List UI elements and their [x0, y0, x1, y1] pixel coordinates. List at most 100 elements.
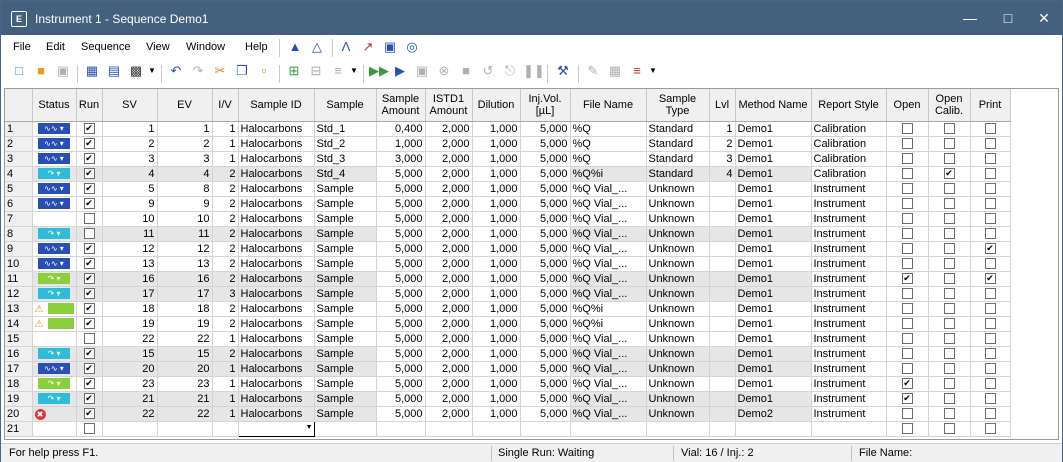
print-checkbox[interactable]: [984, 378, 996, 390]
column-header-sv[interactable]: SV: [102, 89, 158, 122]
row-number[interactable]: 12: [5, 286, 33, 302]
inj-vol-cell[interactable]: 5,000: [520, 121, 571, 137]
dilution-cell[interactable]: 1,000: [472, 361, 521, 377]
sample-amount-cell[interactable]: 5,000: [376, 331, 426, 347]
open-checkbox[interactable]: [901, 198, 913, 210]
open-cell[interactable]: [886, 301, 929, 317]
istd-amount-cell[interactable]: 2,000: [425, 121, 473, 137]
sv-cell[interactable]: 3: [102, 151, 158, 167]
inj-vol-cell[interactable]: 5,000: [520, 391, 571, 407]
inj-vol-cell[interactable]: 5,000: [520, 181, 571, 197]
open-calib-cell[interactable]: ✔: [928, 166, 971, 182]
iv-cell[interactable]: 1: [212, 361, 239, 377]
print-cell[interactable]: [970, 196, 1011, 212]
print-cell[interactable]: [970, 211, 1011, 227]
table-row[interactable]: 17 ∿∿ ▾ ✔ 20 20 1 Halocarbons Sample 5,000 2,000 1…: [5, 361, 1011, 377]
sv-cell[interactable]: 22: [102, 406, 158, 422]
method-name-cell[interactable]: Demo1: [735, 256, 812, 272]
sample-amount-cell[interactable]: 5,000: [376, 271, 426, 287]
sample-id-cell[interactable]: Halocarbons: [238, 391, 315, 407]
open-calib-cell[interactable]: [928, 286, 971, 302]
sequence-grid[interactable]: Status Run SV EV I/V Sample ID Sample Sample Am…: [4, 88, 1059, 440]
status-cell[interactable]: [32, 211, 77, 227]
cut-icon[interactable]: ✂: [211, 62, 229, 80]
print-preview-icon[interactable]: ▤: [105, 62, 123, 80]
inj-vol-cell[interactable]: 5,000: [520, 406, 571, 422]
open-calib-cell[interactable]: [928, 196, 971, 212]
istd-amount-cell[interactable]: 2,000: [425, 316, 473, 332]
minimize-button[interactable]: —: [951, 1, 989, 35]
sample-amount-cell[interactable]: 5,000: [376, 406, 426, 422]
column-header-report-style[interactable]: Report Style: [811, 89, 887, 122]
file-name-cell[interactable]: %Q Vial_...: [570, 256, 647, 272]
file-name-cell[interactable]: %Q Vial_...: [570, 181, 647, 197]
dilution-cell[interactable]: 1,000: [472, 286, 521, 302]
run-checkbox[interactable]: ✔: [83, 138, 95, 150]
table-row[interactable]: 14 ⚠ ✔ 19 19 2 Halocarbons Sample 5,000 2,000 1,00…: [5, 316, 1011, 332]
open-checkbox[interactable]: [901, 138, 913, 150]
sv-cell[interactable]: 21: [102, 391, 158, 407]
dilution-cell[interactable]: 1,000: [472, 271, 521, 287]
report-style-cell[interactable]: Instrument: [811, 331, 887, 347]
run-cell[interactable]: ✔: [76, 241, 103, 257]
level-cell[interactable]: 3: [709, 151, 736, 167]
status-blue-icon[interactable]: ∿∿ ▾: [38, 153, 70, 165]
method-name-cell[interactable]: Demo1: [735, 211, 812, 227]
istd-amount-cell[interactable]: 2,000: [425, 211, 473, 227]
menu-window[interactable]: Window: [186, 41, 225, 53]
print-cell[interactable]: [970, 166, 1011, 182]
open-calib-checkbox[interactable]: [943, 333, 955, 345]
sample-id-cell[interactable]: Halocarbons: [238, 136, 315, 152]
run-cell[interactable]: ✔: [76, 301, 103, 317]
open-checkbox[interactable]: ✔: [901, 378, 913, 390]
file-name-cell[interactable]: %Q%i: [570, 316, 647, 332]
column-header-sample-type[interactable]: Sample Type: [646, 89, 710, 122]
row-number[interactable]: 16: [5, 346, 33, 362]
sample-id-cell[interactable]: Halocarbons: [238, 376, 315, 392]
row-number[interactable]: 5: [5, 181, 33, 197]
file-name-cell[interactable]: %Q Vial_...: [570, 406, 647, 422]
ev-cell[interactable]: 15: [157, 346, 213, 362]
iv-cell[interactable]: 2: [212, 166, 239, 182]
file-name-cell[interactable]: %Q Vial_...: [570, 271, 647, 287]
sample-id-cell[interactable]: Halocarbons: [238, 331, 315, 347]
open-calib-checkbox[interactable]: [943, 378, 955, 390]
inj-vol-cell[interactable]: 5,000: [520, 166, 571, 182]
iv-cell[interactable]: 2: [212, 301, 239, 317]
table-row[interactable]: 1 ∿∿ ▾ ✔ 1 1 1 Halocarbons Std_1 0,400 2,000 1,000…: [5, 121, 1011, 137]
sample-cell[interactable]: Sample: [314, 301, 377, 317]
run-checkbox[interactable]: ✔: [83, 378, 95, 390]
sample-cell[interactable]: Sample: [314, 376, 377, 392]
empty-cell[interactable]: [472, 421, 521, 437]
new-row[interactable]: 21 ▼: [5, 420, 1011, 437]
method-name-cell[interactable]: Demo1: [735, 301, 812, 317]
wrench-icon[interactable]: ⚒: [554, 62, 572, 80]
report-style-cell[interactable]: Instrument: [811, 391, 887, 407]
file-name-cell[interactable]: %Q Vial_...: [570, 391, 647, 407]
ev-cell[interactable]: 8: [157, 181, 213, 197]
iv-cell[interactable]: 2: [212, 271, 239, 287]
open-checkbox[interactable]: [901, 348, 913, 360]
row-number[interactable]: 20: [5, 406, 33, 422]
sample-cell[interactable]: Sample: [314, 346, 377, 362]
dilution-cell[interactable]: 1,000: [472, 211, 521, 227]
file-name-cell[interactable]: %Q: [570, 136, 647, 152]
sample-cell[interactable]: Sample: [314, 331, 377, 347]
list-options-icon[interactable]: ≡: [628, 62, 646, 80]
run-checkbox[interactable]: ✔: [83, 348, 95, 360]
column-header-open-calib[interactable]: Open Calib.: [928, 89, 971, 122]
istd-amount-cell[interactable]: 2,000: [425, 301, 473, 317]
status-cell[interactable]: [32, 331, 77, 347]
close-button[interactable]: ✕: [1025, 1, 1063, 35]
report-style-cell[interactable]: Instrument: [811, 376, 887, 392]
run-cell[interactable]: [76, 421, 103, 437]
column-header-print[interactable]: Print: [970, 89, 1011, 122]
open-checkbox[interactable]: ✔: [901, 393, 913, 405]
level-cell[interactable]: [709, 241, 736, 257]
istd-amount-cell[interactable]: 2,000: [425, 241, 473, 257]
print-checkbox[interactable]: [984, 183, 996, 195]
ev-cell[interactable]: 17: [157, 286, 213, 302]
ev-cell[interactable]: 18: [157, 301, 213, 317]
status-cyan-icon[interactable]: ↷ ▾: [38, 393, 70, 405]
checkbox-cell[interactable]: [970, 421, 1011, 437]
